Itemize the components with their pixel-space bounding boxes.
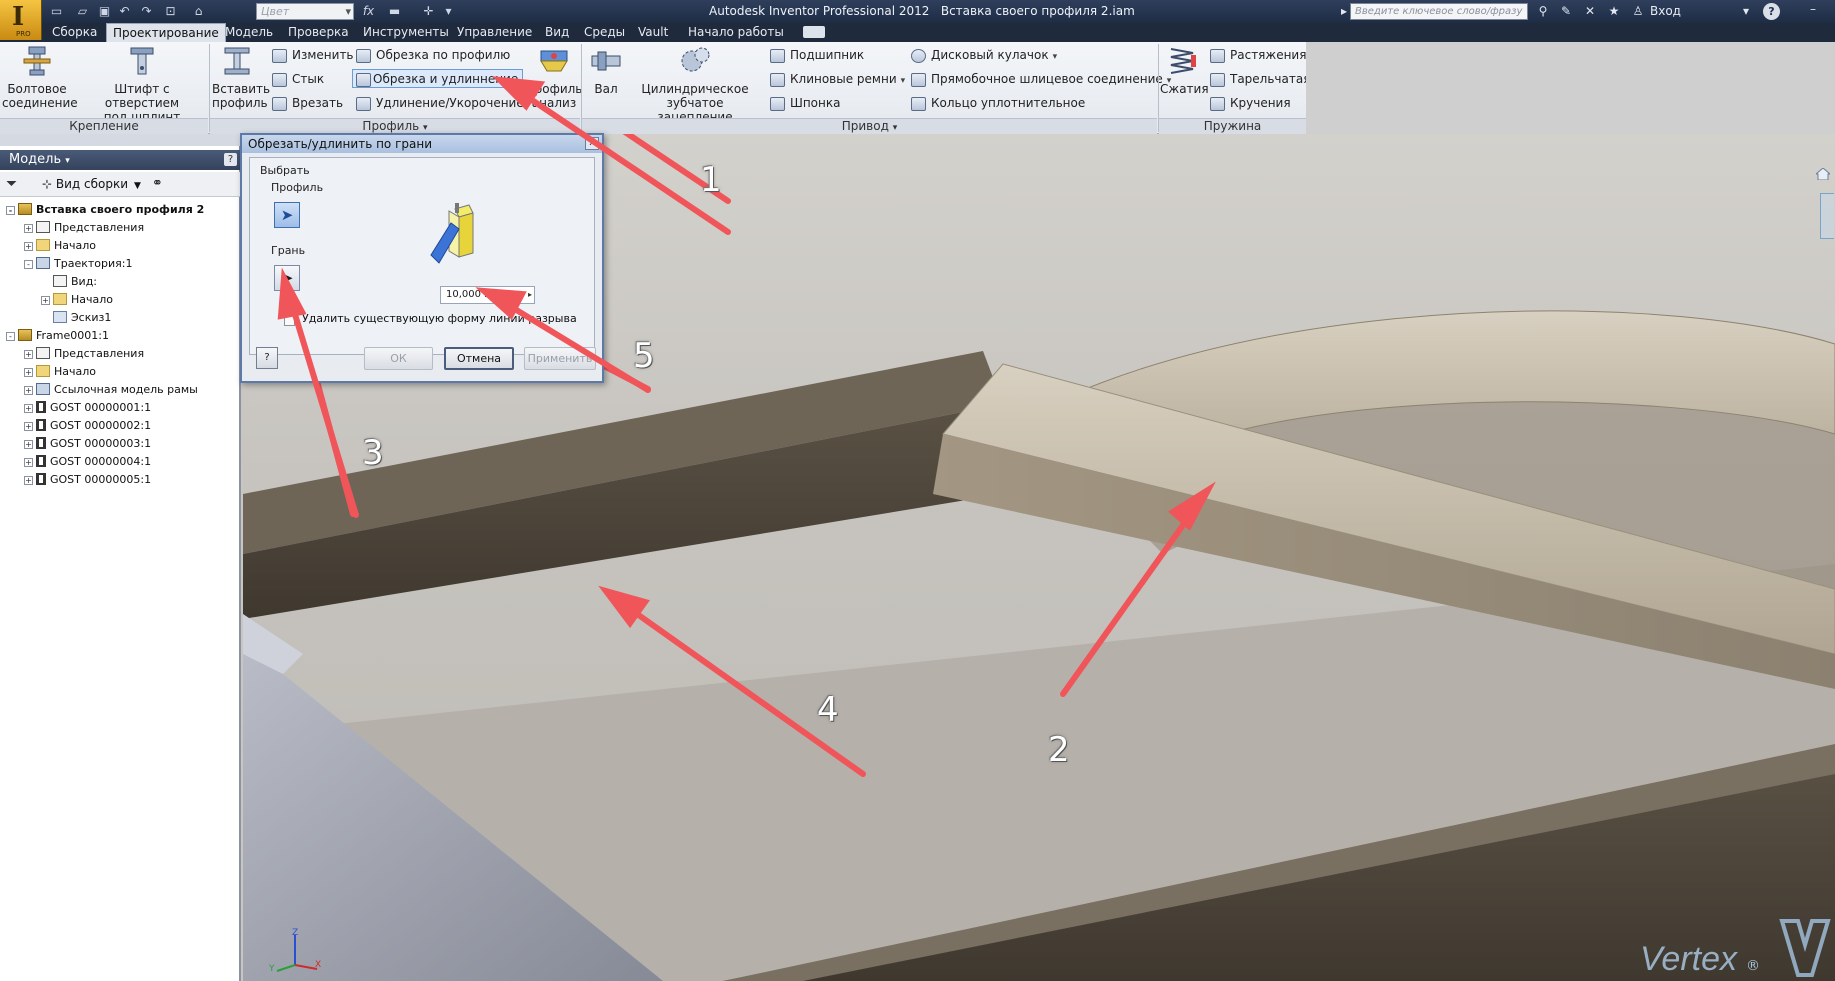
dialog-annotation-arrows bbox=[277, 76, 731, 518]
arrowhead-3-top bbox=[277, 267, 307, 320]
arrow-3-top bbox=[287, 295, 359, 518]
logo-letter: I bbox=[12, 2, 25, 32]
arrow-1-top bbox=[517, 89, 731, 235]
inventor-logo[interactable]: I PRO bbox=[0, 0, 42, 40]
logo-pro-label: PRO bbox=[16, 30, 31, 38]
arrow-5-top bbox=[497, 297, 651, 393]
